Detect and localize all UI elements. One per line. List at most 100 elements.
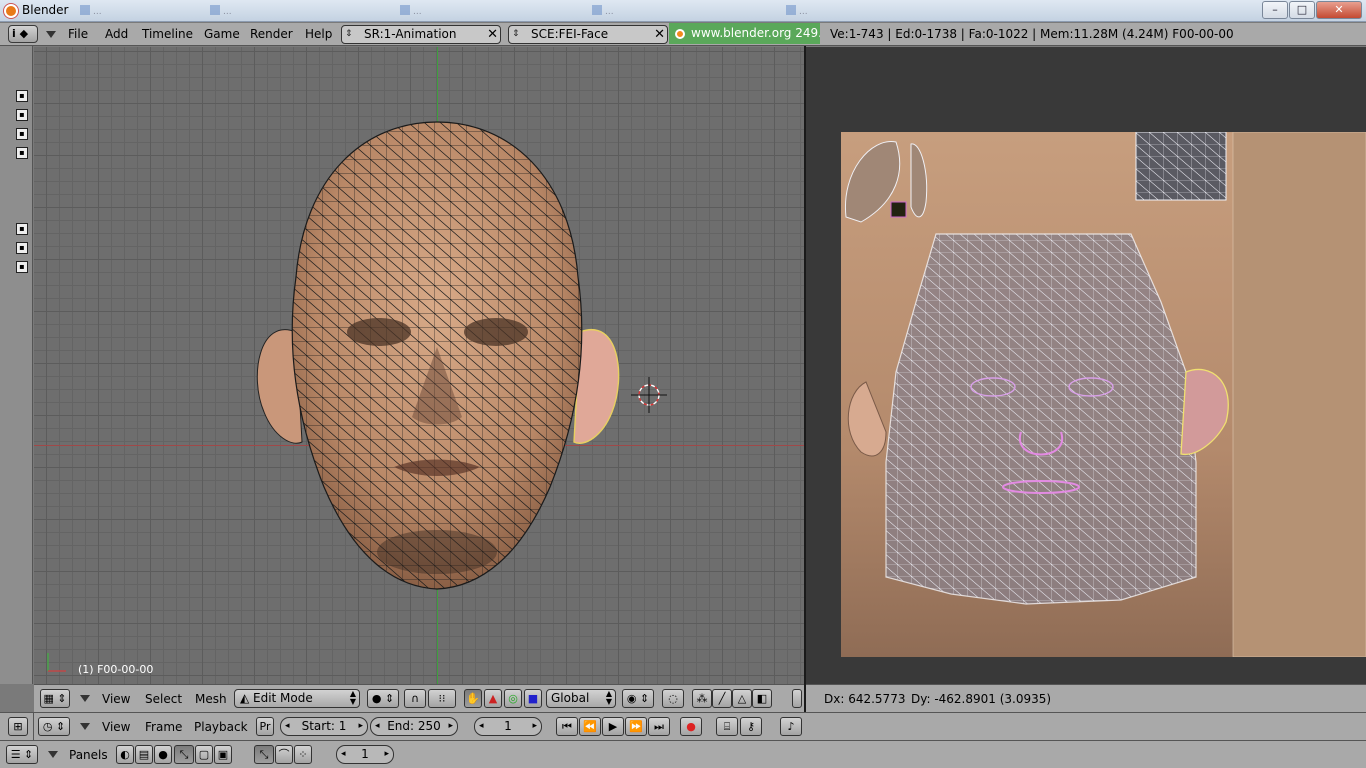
physics-subcontext-icon[interactable]: ⌒: [275, 745, 293, 764]
header-scroll-handle[interactable]: [792, 689, 802, 708]
updown-icon: ▲ ▼: [605, 689, 612, 706]
menu-render[interactable]: Render: [250, 27, 293, 41]
menu-timeline[interactable]: Timeline: [142, 27, 193, 41]
editing-context-icon[interactable]: ▢: [195, 745, 213, 764]
close-button[interactable]: ✕: [1316, 1, 1362, 19]
image-icon[interactable]: ▪: [16, 242, 28, 254]
image-icon[interactable]: ▪: [16, 90, 28, 102]
screen-layout-icon[interactable]: ⊞: [8, 717, 28, 736]
menu-file[interactable]: File: [68, 27, 88, 41]
screen-delete-icon[interactable]: ✕: [487, 27, 498, 42]
timeline-menu-playback[interactable]: Playback: [194, 720, 248, 734]
image-icon[interactable]: ▪: [16, 223, 28, 235]
edge-select-icon[interactable]: ╱: [712, 689, 732, 708]
menu-view[interactable]: View: [102, 692, 130, 706]
logic-context-icon[interactable]: ◐: [116, 745, 134, 764]
record-icon[interactable]: ●: [680, 717, 702, 736]
sync-audio-icon[interactable]: ♪: [780, 717, 802, 736]
uv-texture-image[interactable]: [841, 132, 1366, 657]
image-icon[interactable]: ▪: [16, 109, 28, 121]
prev-keyframe-icon[interactable]: ⏪: [579, 717, 601, 736]
scale-manipulator-icon[interactable]: ◎: [504, 689, 522, 708]
window-title-bar: Blender ... ... ... ... ... – □ ✕: [0, 0, 1366, 22]
menu-select[interactable]: Select: [145, 692, 182, 706]
panels-menu[interactable]: Panels: [69, 748, 108, 762]
collapse-menu-icon[interactable]: [80, 723, 90, 730]
keying-set-icon[interactable]: ⌸: [716, 717, 738, 736]
vertex-select-icon[interactable]: ⁂: [692, 689, 712, 708]
scene-selector[interactable]: ⇕ SCE:FEI-Face ✕: [508, 25, 668, 44]
proportional-edit-icon[interactable]: ◌: [662, 689, 684, 708]
draw-type-button[interactable]: ● ⇕: [367, 689, 399, 708]
jump-start-icon[interactable]: ⏮: [556, 717, 578, 736]
jump-end-icon[interactable]: ⏭: [648, 717, 670, 736]
taskbar-tab-5[interactable]: ...: [786, 5, 956, 18]
image-icon[interactable]: ▪: [16, 147, 28, 159]
menu-game[interactable]: Game: [204, 27, 240, 41]
arrow-right-icon[interactable]: ▸: [532, 718, 537, 735]
menu-mesh[interactable]: Mesh: [195, 692, 227, 706]
occlude-icon[interactable]: ⁝⁝: [428, 689, 456, 708]
editor-type-button[interactable]: ▦ ⇕: [40, 689, 70, 708]
scene-context-icon[interactable]: ▣: [214, 745, 232, 764]
buttons-frame-field[interactable]: ◂ 1 ▸: [336, 745, 394, 764]
end-frame-field[interactable]: ◂ End: 250 ▸: [370, 717, 458, 736]
mode-selector[interactable]: ◭ Edit Mode ▲ ▼: [234, 689, 360, 708]
script-context-icon[interactable]: ▤: [135, 745, 153, 764]
taskbar-tab-2[interactable]: ...: [210, 5, 370, 18]
editor-type-button[interactable]: ◷ ⇕: [38, 717, 70, 736]
collapse-menu-icon[interactable]: [46, 31, 56, 38]
transform-orientation-selector[interactable]: Global ▲ ▼: [546, 689, 616, 708]
object-subcontext-icon[interactable]: ⤡: [254, 745, 274, 764]
uv-image-editor[interactable]: [806, 47, 1366, 684]
pivot-icon[interactable]: ◉ ⇕: [622, 689, 654, 708]
preview-range-button[interactable]: Pr: [256, 717, 274, 736]
rotate-manipulator-icon[interactable]: ▲: [484, 689, 502, 708]
right-eye: [464, 318, 528, 346]
arrow-right-icon[interactable]: ▸: [358, 718, 363, 735]
taskbar-tab-1[interactable]: ...: [80, 5, 190, 18]
collapse-menu-icon[interactable]: [80, 695, 90, 702]
particles-subcontext-icon[interactable]: ⁘: [294, 745, 312, 764]
edit-mode-icon: ◭: [240, 691, 250, 705]
arrow-right-icon[interactable]: ▸: [448, 718, 453, 735]
3d-viewport[interactable]: (1) F00-00-00: [34, 47, 804, 684]
menu-help[interactable]: Help: [305, 27, 332, 41]
limit-selection-icon[interactable]: ◧: [752, 689, 772, 708]
buttons-window-header: ☰ ⇕ Panels ◐ ▤ ● ⤡ ▢ ▣ ⤡ ⌒ ⁘ ◂ 1 ▸: [0, 740, 1366, 768]
scene-delete-icon[interactable]: ✕: [654, 27, 665, 42]
arrow-left-icon[interactable]: ◂: [375, 718, 380, 735]
taskbar-tab-4[interactable]: ...: [592, 5, 762, 18]
translate-manipulator-icon[interactable]: ■: [524, 689, 542, 708]
info-editor-type-button[interactable]: i ◆: [8, 25, 38, 43]
arrow-left-icon[interactable]: ◂: [285, 718, 290, 735]
menu-add[interactable]: Add: [105, 27, 128, 41]
play-icon[interactable]: ▶: [602, 717, 624, 736]
hand-grab-icon[interactable]: ✋: [464, 689, 482, 708]
timeline-menu-frame[interactable]: Frame: [145, 720, 182, 734]
next-keyframe-icon[interactable]: ⏩: [625, 717, 647, 736]
image-icon[interactable]: ▪: [16, 128, 28, 140]
shading-context-icon[interactable]: ●: [154, 745, 172, 764]
timeline-menu-view[interactable]: View: [102, 720, 130, 734]
face-select-icon[interactable]: △: [732, 689, 752, 708]
current-frame-field[interactable]: ◂ 1 ▸: [474, 717, 542, 736]
arrow-right-icon[interactable]: ▸: [384, 746, 389, 763]
object-context-icon[interactable]: ⤡: [174, 745, 194, 764]
key-icon[interactable]: ⚷: [740, 717, 762, 736]
scene-stats: Ve:1-743 | Ed:0-1738 | Fa:0-1022 | Mem:1…: [830, 27, 1234, 41]
magnet-icon[interactable]: ∩: [404, 689, 426, 708]
head-mesh[interactable]: [34, 47, 804, 684]
image-icon[interactable]: ▪: [16, 261, 28, 273]
editor-type-button[interactable]: ☰ ⇕: [6, 745, 38, 764]
arrow-left-icon[interactable]: ◂: [341, 746, 346, 763]
updown-icon: ⇕: [512, 29, 520, 39]
collapse-menu-icon[interactable]: [48, 751, 58, 758]
blender-url-link[interactable]: www.blender.org 249.2: [669, 23, 820, 44]
screen-selector[interactable]: ⇕ SR:1-Animation ✕: [341, 25, 501, 44]
maximize-button[interactable]: □: [1289, 1, 1315, 19]
minimize-button[interactable]: –: [1262, 1, 1288, 19]
start-frame-field[interactable]: ◂ Start: 1 ▸: [280, 717, 368, 736]
arrow-left-icon[interactable]: ◂: [479, 718, 484, 735]
taskbar-tab-3[interactable]: ...: [400, 5, 570, 18]
